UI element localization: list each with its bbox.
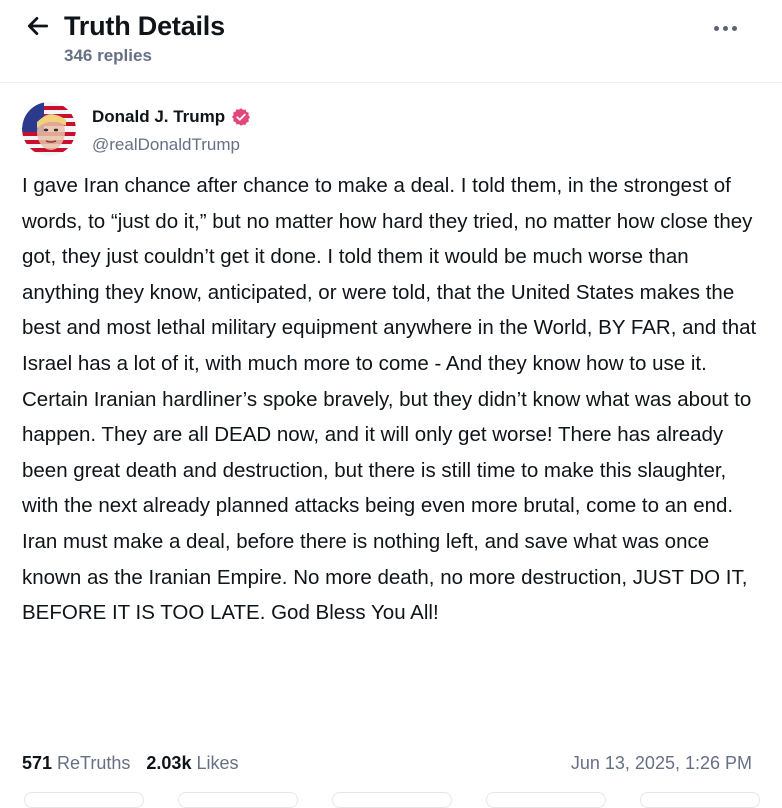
likes-label[interactable]: Likes — [196, 750, 238, 776]
author-name[interactable]: Donald J. Trump — [92, 106, 251, 128]
retruths-label[interactable]: ReTruths — [57, 750, 130, 776]
post-timestamp: Jun 13, 2025, 1:26 PM — [570, 753, 752, 773]
page-title: Truth Details — [64, 11, 225, 41]
retruths-count[interactable]: 571 — [22, 750, 52, 776]
like-action[interactable] — [332, 792, 452, 808]
retruth-action[interactable] — [178, 792, 298, 808]
avatar-image — [22, 102, 76, 156]
share-action[interactable] — [486, 792, 606, 808]
back-button[interactable] — [22, 10, 54, 42]
avatar[interactable] — [22, 102, 76, 156]
replies-count[interactable]: 346 replies — [64, 46, 152, 66]
likes-count[interactable]: 2.03k — [146, 750, 191, 776]
header: Truth Details 346 replies — [0, 0, 782, 80]
post-stats: 571 ReTruths 2.03k Likes — [22, 750, 238, 776]
action-bar — [0, 792, 782, 808]
more-horizontal-icon — [712, 25, 739, 31]
more-action[interactable] — [640, 792, 760, 808]
reply-action[interactable] — [24, 792, 144, 808]
more-options-button[interactable] — [708, 14, 742, 42]
author-handle[interactable]: @realDonaldTrump — [92, 134, 240, 156]
author-name-text: Donald J. Trump — [92, 107, 226, 126]
arrow-left-icon — [27, 17, 49, 35]
post-body: I gave Iran chance after chance to make … — [22, 174, 757, 625]
header-divider — [0, 82, 782, 83]
verified-badge-icon — [232, 108, 251, 126]
